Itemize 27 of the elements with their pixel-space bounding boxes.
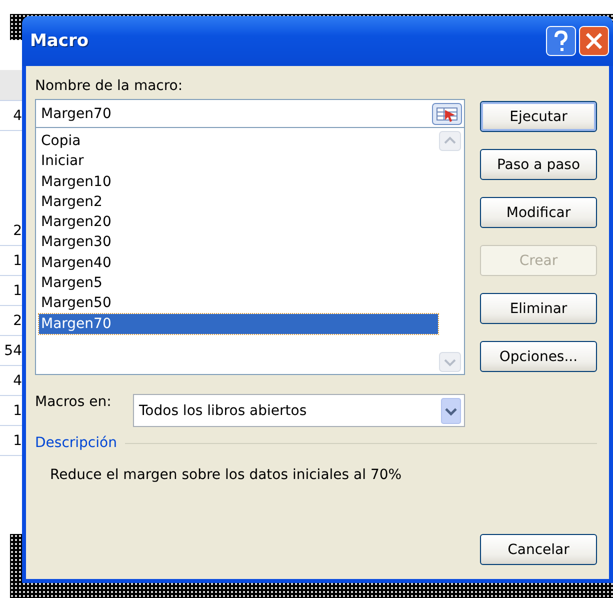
macro-name-label: Nombre de la macro: bbox=[35, 78, 183, 94]
window-title: Macro bbox=[30, 31, 89, 51]
dialog-button[interactable]: Ejecutar bbox=[480, 101, 597, 132]
macros-in-label: Macros en: bbox=[35, 394, 112, 410]
macro-list-item[interactable]: Margen70 bbox=[39, 314, 438, 334]
macros-in-dropdown[interactable]: Todos los libros abiertos bbox=[133, 394, 465, 427]
macro-list-item[interactable]: Margen2 bbox=[39, 192, 438, 212]
macro-list-item[interactable]: Copia bbox=[39, 131, 438, 152]
macro-list-item[interactable]: Margen30 bbox=[39, 232, 438, 253]
close-icon[interactable] bbox=[579, 26, 609, 56]
macro-list-item[interactable]: Iniciar bbox=[39, 151, 438, 172]
dialog-button[interactable]: Paso a paso bbox=[480, 149, 597, 180]
macro-name-field[interactable]: Margen70 bbox=[35, 99, 465, 128]
macro-list-item[interactable]: Margen5 bbox=[39, 273, 438, 294]
sheet-header-cell bbox=[0, 70, 22, 101]
description-heading: Descripción bbox=[35, 435, 117, 451]
dialog-button[interactable]: Modificar bbox=[480, 197, 597, 228]
collapse-dialog-icon[interactable] bbox=[432, 102, 462, 124]
cancel-button[interactable]: Cancelar bbox=[480, 534, 597, 565]
macro-list-item[interactable]: Margen40 bbox=[39, 252, 438, 274]
description-text: Reduce el margen sobre los datos iniciales al 70% bbox=[50, 467, 402, 483]
macro-list-item[interactable]: Margen10 bbox=[39, 172, 438, 192]
dialog-button[interactable]: Opciones... bbox=[480, 341, 597, 372]
macro-list-item[interactable]: Margen50 bbox=[39, 293, 438, 314]
macro-list-item[interactable]: Margen20 bbox=[39, 212, 438, 232]
help-icon[interactable] bbox=[546, 26, 576, 56]
dialog-button[interactable]: Eliminar bbox=[480, 293, 597, 324]
